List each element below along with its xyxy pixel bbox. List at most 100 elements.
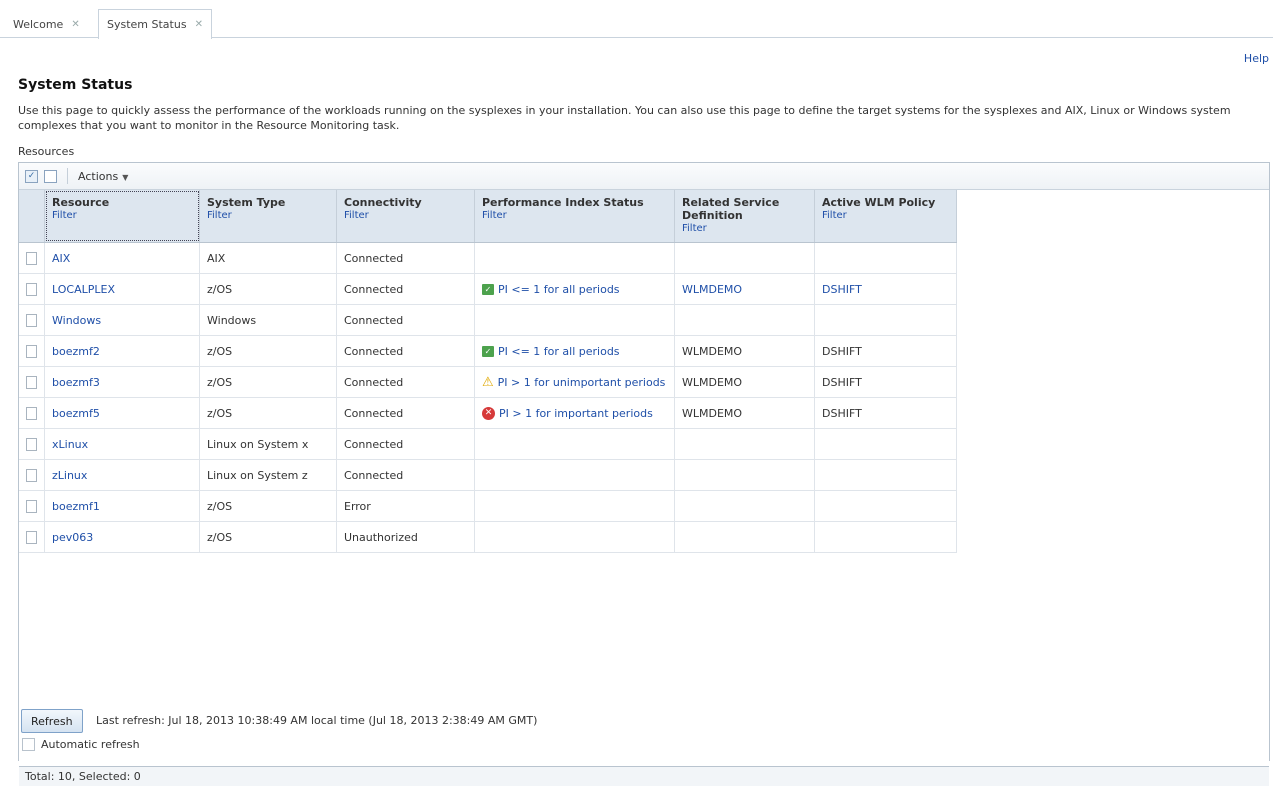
filter-link[interactable]: Filter <box>822 209 949 222</box>
wlm-policy-value[interactable]: DSHIFT <box>822 283 862 296</box>
system-type-cell: AIX <box>200 243 337 273</box>
row-select-cell <box>19 243 45 273</box>
pi-status-link[interactable]: PI <= 1 for all periods <box>498 283 620 296</box>
connectivity-cell: Connected <box>337 367 475 397</box>
pi-status-link[interactable]: PI <= 1 for all periods <box>498 345 620 358</box>
service-definition-cell <box>675 305 815 335</box>
table-row[interactable]: pev063 z/OS Unauthorized <box>19 522 957 553</box>
table-row[interactable]: boezmf5 z/OS Connected ✕ PI > 1 for importan… <box>19 398 957 429</box>
pi-status-link[interactable]: PI > 1 for important periods <box>499 407 653 420</box>
resource-link[interactable]: xLinux <box>52 438 88 451</box>
table-row[interactable]: zLinux Linux on System z Connected <box>19 460 957 491</box>
row-select-cell <box>19 305 45 335</box>
row-select-cell <box>19 429 45 459</box>
service-definition-value[interactable]: WLMDEMO <box>682 283 742 296</box>
row-select-cell <box>19 274 45 304</box>
filter-link[interactable]: Filter <box>207 209 329 222</box>
resource-link[interactable]: LOCALPLEX <box>52 283 115 296</box>
refresh-button[interactable]: Refresh <box>21 709 83 733</box>
actions-menu[interactable]: Actions ▼ <box>78 170 128 183</box>
pi-status-cell: ⚠ PI > 1 for unimportant periods <box>475 367 675 397</box>
pi-status-link[interactable]: PI > 1 for unimportant periods <box>498 376 666 389</box>
resource-cell: boezmf3 <box>45 367 200 397</box>
row-checkbox[interactable] <box>26 313 37 327</box>
resource-link[interactable]: zLinux <box>52 469 87 482</box>
system-type-cell: z/OS <box>200 367 337 397</box>
column-header-system-type[interactable]: System Type Filter <box>200 190 337 242</box>
wlm-policy-value: DSHIFT <box>822 344 862 358</box>
close-icon[interactable]: ✕ <box>195 19 203 30</box>
service-definition-cell <box>675 491 815 521</box>
connectivity-value: Connected <box>344 406 404 420</box>
resource-cell: pev063 <box>45 522 200 552</box>
column-header-resource[interactable]: Resource Filter <box>45 190 200 242</box>
resource-link[interactable]: boezmf5 <box>52 407 100 420</box>
automatic-refresh-label: Automatic refresh <box>41 738 140 751</box>
wlm-policy-cell <box>815 491 957 521</box>
row-checkbox[interactable] <box>26 406 37 420</box>
row-checkbox[interactable] <box>26 375 37 389</box>
column-header-connectivity[interactable]: Connectivity Filter <box>337 190 475 242</box>
resource-link[interactable]: boezmf3 <box>52 376 100 389</box>
row-select-cell <box>19 398 45 428</box>
pi-status-cell: ✓ PI <= 1 for all periods <box>475 336 675 366</box>
system-type-value: Windows <box>207 313 257 327</box>
resource-cell: boezmf5 <box>45 398 200 428</box>
row-checkbox[interactable] <box>26 282 37 296</box>
table-row[interactable]: boezmf2 z/OS Connected ✓ PI <= 1 for all per… <box>19 336 957 367</box>
resource-link[interactable]: pev063 <box>52 531 93 544</box>
connectivity-value: Error <box>344 499 371 513</box>
system-type-cell: z/OS <box>200 336 337 366</box>
row-checkbox[interactable] <box>26 251 37 265</box>
pi-status-cell <box>475 522 675 552</box>
row-checkbox[interactable] <box>26 468 37 482</box>
last-refresh-text: Last refresh: Jul 18, 2013 10:38:49 AM l… <box>96 714 538 727</box>
connectivity-value: Connected <box>344 282 404 296</box>
table-row[interactable]: Windows Windows Connected <box>19 305 957 336</box>
wlm-policy-cell <box>815 429 957 459</box>
row-checkbox[interactable] <box>26 530 37 544</box>
row-select-cell <box>19 367 45 397</box>
service-definition-cell <box>675 522 815 552</box>
row-checkbox[interactable] <box>26 437 37 451</box>
ok-icon: ✓ <box>482 283 494 295</box>
column-title: System Type <box>207 196 286 209</box>
filter-link[interactable]: Filter <box>344 209 467 222</box>
wlm-policy-value: DSHIFT <box>822 375 862 389</box>
resource-cell: AIX <box>45 243 200 273</box>
tab-welcome[interactable]: Welcome ✕ <box>4 9 89 38</box>
select-all-icon[interactable]: ✓ <box>25 169 38 183</box>
row-checkbox[interactable] <box>26 344 37 358</box>
connectivity-value: Connected <box>344 313 404 327</box>
resource-link[interactable]: AIX <box>52 252 70 265</box>
connectivity-cell: Connected <box>337 274 475 304</box>
chevron-down-icon: ▼ <box>122 172 129 182</box>
resource-link[interactable]: boezmf2 <box>52 345 100 358</box>
resource-cell: boezmf2 <box>45 336 200 366</box>
filter-link[interactable]: Filter <box>52 209 192 222</box>
resource-link[interactable]: Windows <box>52 314 101 327</box>
deselect-all-icon[interactable] <box>44 169 57 183</box>
connectivity-value: Connected <box>344 375 404 389</box>
column-header-pi-status[interactable]: Performance Index Status Filter <box>475 190 675 242</box>
close-icon[interactable]: ✕ <box>71 19 79 30</box>
table-row[interactable]: boezmf3 z/OS Connected ⚠ PI > 1 for unimport… <box>19 367 957 398</box>
automatic-refresh-checkbox[interactable] <box>22 738 35 751</box>
table-body: AIX AIX Connected LOCALPLEX z/OS Connected ✓ PI… <box>19 243 957 553</box>
help-link[interactable]: Help <box>1244 52 1269 65</box>
table-row[interactable]: AIX AIX Connected <box>19 243 957 274</box>
table-row[interactable]: boezmf1 z/OS Error <box>19 491 957 522</box>
connectivity-cell: Connected <box>337 305 475 335</box>
automatic-refresh-option[interactable]: Automatic refresh <box>22 738 140 751</box>
filter-link[interactable]: Filter <box>482 209 667 222</box>
tab-system-status[interactable]: System Status ✕ <box>98 9 212 39</box>
table-row[interactable]: xLinux Linux on System x Connected <box>19 429 957 460</box>
row-checkbox[interactable] <box>26 499 37 513</box>
column-header-wlm-policy[interactable]: Active WLM Policy Filter <box>815 190 957 242</box>
table-row[interactable]: LOCALPLEX z/OS Connected ✓ PI <= 1 for all p… <box>19 274 957 305</box>
ok-icon: ✓ <box>482 345 494 357</box>
resource-link[interactable]: boezmf1 <box>52 500 100 513</box>
column-header-service-definition[interactable]: Related Service Definition Filter <box>675 190 815 242</box>
filter-link[interactable]: Filter <box>682 222 807 235</box>
column-title: Related Service Definition <box>682 196 780 222</box>
